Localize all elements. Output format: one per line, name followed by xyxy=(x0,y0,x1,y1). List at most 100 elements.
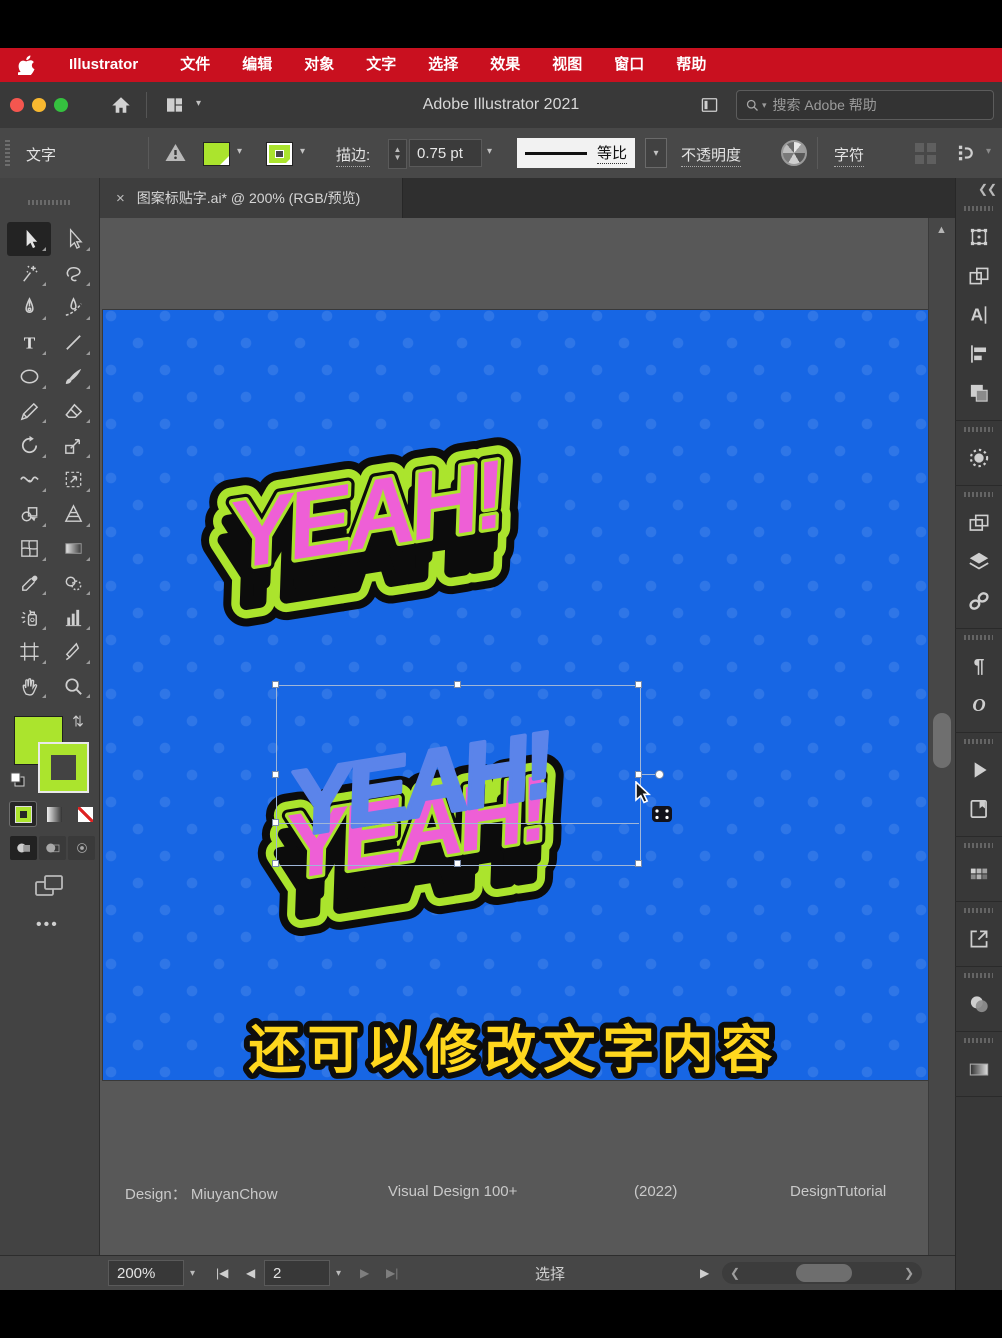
dock-gripper[interactable] xyxy=(964,1038,993,1043)
tool-type[interactable]: T xyxy=(7,325,51,359)
workspace-chevron-icon[interactable]: ▾ xyxy=(196,98,201,109)
dock-gripper[interactable] xyxy=(964,635,993,640)
dock-gripper[interactable] xyxy=(964,908,993,913)
tool-free-transform[interactable] xyxy=(51,463,95,497)
artboard-chevron-icon[interactable]: ▾ xyxy=(336,1260,341,1286)
artboard-number-field[interactable]: 2 xyxy=(264,1260,330,1286)
character-panel-label[interactable]: 字符 xyxy=(834,144,864,167)
tool-artboard[interactable] xyxy=(7,635,51,669)
menu-object[interactable]: 对象 xyxy=(288,48,350,82)
tool-perspective-grid[interactable] xyxy=(51,497,95,531)
tool-mesh[interactable] xyxy=(7,532,51,566)
selection-handle-ne[interactable] xyxy=(635,681,642,688)
selection-bounding-box[interactable] xyxy=(276,685,641,866)
tool-eraser[interactable] xyxy=(51,394,95,428)
tool-zoom[interactable] xyxy=(51,669,95,703)
scroll-right-icon[interactable]: ❯ xyxy=(904,1266,914,1280)
first-artboard-button[interactable]: |◀ xyxy=(216,1260,228,1286)
tool-ellipse[interactable] xyxy=(7,360,51,394)
dock-gripper[interactable] xyxy=(964,973,993,978)
prev-artboard-button[interactable]: ◀ xyxy=(246,1260,255,1286)
selection-handle-w[interactable] xyxy=(272,771,279,778)
selection-handle-baseline[interactable] xyxy=(272,819,279,826)
stroke-weight-stepper[interactable]: ▲▼ xyxy=(388,139,407,169)
fill-color-swatch[interactable] xyxy=(203,142,230,166)
stroke-weight-label[interactable]: 描边: xyxy=(336,144,370,167)
stroke-color-swatch[interactable] xyxy=(266,142,293,166)
tool-lasso[interactable] xyxy=(51,256,95,290)
tool-paintbrush[interactable] xyxy=(51,360,95,394)
menu-select[interactable]: 选择 xyxy=(412,48,474,82)
tool-curvature[interactable] xyxy=(51,291,95,325)
sticker-yeah-top[interactable]: YEAH! YEAH! YEAH! YEAH! YEAH! YEAH! YEAH… xyxy=(200,386,680,636)
none-button[interactable] xyxy=(72,802,98,826)
panel-artboards-button[interactable] xyxy=(955,503,1002,542)
stroke-weight-chevron-icon[interactable]: ▾ xyxy=(487,146,492,157)
menu-window[interactable]: 窗口 xyxy=(598,48,660,82)
panel-actions-button[interactable] xyxy=(955,750,1002,789)
tab-close-icon[interactable]: × xyxy=(116,190,125,207)
selection-handle-nw[interactable] xyxy=(272,681,279,688)
panel-character-button[interactable]: A xyxy=(955,295,1002,334)
scroll-up-icon[interactable]: ▲ xyxy=(936,224,947,236)
opacity-label[interactable]: 不透明度 xyxy=(681,144,741,167)
stroke-color-indicator[interactable] xyxy=(40,744,87,791)
menu-help[interactable]: 帮助 xyxy=(660,48,722,82)
panel-swatches-button[interactable] xyxy=(955,854,1002,893)
last-artboard-button[interactable]: ▶| xyxy=(386,1260,398,1286)
menu-app[interactable]: Illustrator xyxy=(53,48,154,82)
tool-blend[interactable] xyxy=(51,566,95,600)
tool-slice[interactable] xyxy=(51,635,95,669)
selection-anchor-dot[interactable] xyxy=(655,770,664,779)
dock-gripper[interactable] xyxy=(964,427,993,432)
controlbar-overflow-chevron-icon[interactable]: ▾ xyxy=(986,146,991,157)
selection-handle-se[interactable] xyxy=(635,860,642,867)
panel-opentype-button[interactable]: O xyxy=(955,685,1002,724)
menu-edit[interactable]: 编辑 xyxy=(226,48,288,82)
tool-direct-selection[interactable] xyxy=(51,222,95,256)
profile-chevron-button[interactable]: ▾ xyxy=(645,138,667,168)
apple-logo-icon[interactable] xyxy=(18,55,35,75)
arrange-documents-icon[interactable] xyxy=(699,95,720,115)
panel-paragraph-button[interactable]: ¶ xyxy=(955,646,1002,685)
tool-width[interactable] xyxy=(7,463,51,497)
draw-normal-button[interactable] xyxy=(10,836,37,860)
tool-shape-builder[interactable] xyxy=(7,497,51,531)
edit-toolbar-ellipsis-icon[interactable]: ••• xyxy=(36,916,59,934)
stroke-weight-value[interactable]: 0.75 pt xyxy=(409,139,482,167)
tool-hand[interactable] xyxy=(7,669,51,703)
vertical-scrollbar[interactable]: ▲ xyxy=(928,218,956,1255)
dock-expand-icon[interactable]: ❮❮ xyxy=(978,182,996,196)
scroll-left-icon[interactable]: ❮ xyxy=(730,1266,740,1280)
stroke-chevron-icon[interactable]: ▾ xyxy=(300,146,305,157)
panel-libraries-button[interactable] xyxy=(955,789,1002,828)
home-icon[interactable] xyxy=(110,94,132,116)
workspace-switcher-icon[interactable] xyxy=(164,95,185,115)
selection-handle-n[interactable] xyxy=(454,681,461,688)
panel-dashed-circle-button[interactable] xyxy=(955,438,1002,477)
tool-column-graph[interactable] xyxy=(51,600,95,634)
panel-export-button[interactable] xyxy=(955,919,1002,958)
fill-chevron-icon[interactable]: ▾ xyxy=(237,146,242,157)
dock-gripper[interactable] xyxy=(964,739,993,744)
swap-fill-stroke-icon[interactable]: ⇄ xyxy=(69,715,87,728)
default-fill-stroke-icon[interactable] xyxy=(10,772,26,788)
canvas-area[interactable]: YEAH! YEAH! YEAH! YEAH! YEAH! YEAH! YEAH… xyxy=(100,218,928,1255)
snap-options-icon[interactable] xyxy=(952,142,975,164)
draw-inside-button[interactable] xyxy=(68,836,95,860)
panel-align-button[interactable] xyxy=(955,334,1002,373)
width-profile-dropdown[interactable]: 等比 xyxy=(517,138,635,168)
panel-links-button[interactable] xyxy=(955,581,1002,620)
window-minimize-button[interactable] xyxy=(32,98,46,112)
zoom-level-field[interactable]: 200% xyxy=(108,1260,184,1286)
tool-gradient[interactable] xyxy=(51,532,95,566)
status-play-icon[interactable]: ▶ xyxy=(700,1260,709,1286)
zoom-chevron-icon[interactable]: ▾ xyxy=(190,1260,195,1286)
tool-magic-wand[interactable] xyxy=(7,256,51,290)
tool-scale[interactable] xyxy=(51,428,95,462)
dock-gripper[interactable] xyxy=(964,492,993,497)
tool-line-segment[interactable] xyxy=(51,325,95,359)
tool-pencil[interactable] xyxy=(7,394,51,428)
tool-eyedropper[interactable] xyxy=(7,566,51,600)
controlbar-gripper[interactable] xyxy=(5,140,10,166)
